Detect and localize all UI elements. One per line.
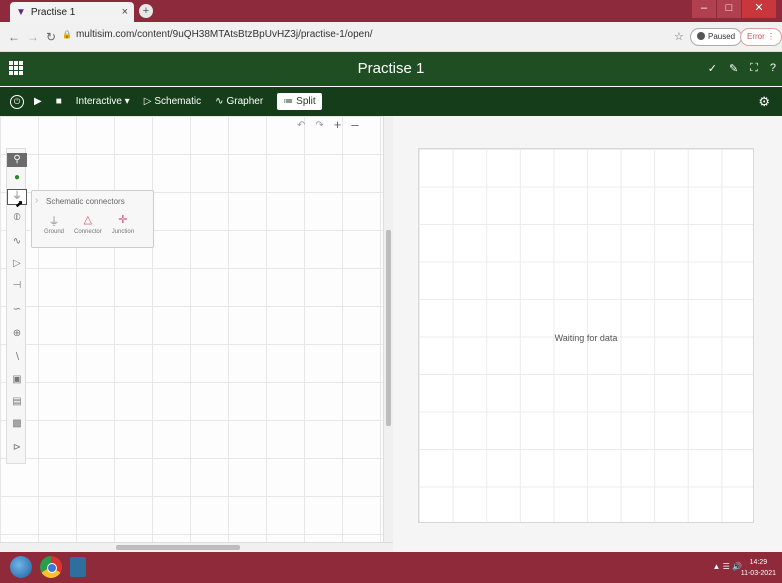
switch-icon[interactable]: ∖ <box>7 351 27 365</box>
schematic-horizontal-scrollbar[interactable] <box>0 542 393 552</box>
connectors-flyout: › Schematic connectors ⏚ Ground △ Connec… <box>31 190 154 248</box>
chevron-right-icon: › <box>35 195 39 206</box>
minimize-icon[interactable]: – <box>692 0 716 18</box>
mode-dropdown[interactable]: Interactive ▾ <box>76 96 130 107</box>
error-label: Error <box>747 32 765 41</box>
tab-split[interactable]: ≔ Split <box>277 93 322 110</box>
forward-icon[interactable]: → <box>27 30 39 44</box>
tab-close-icon[interactable]: × <box>122 6 128 18</box>
tab-schematic-label: Schematic <box>154 96 202 107</box>
logic-icon[interactable]: ▤ <box>7 395 27 409</box>
junction-item[interactable]: ✛ Junction <box>112 213 134 235</box>
junction-label: Junction <box>111 229 135 235</box>
bookmark-star-icon[interactable]: ☆ <box>674 30 684 43</box>
gate-icon[interactable]: ⊳ <box>7 441 27 455</box>
help-icon[interactable]: ? <box>770 62 776 75</box>
back-icon[interactable]: ← <box>8 30 20 44</box>
file-explorer-icon[interactable] <box>70 557 86 577</box>
start-button-icon[interactable] <box>10 556 32 578</box>
taskbar: ▲ ☰ 🔊 14:29 11-03-2021 <box>0 552 782 583</box>
undo-icon[interactable]: ↶ <box>297 120 305 131</box>
reload-icon[interactable]: ↻ <box>46 30 56 44</box>
share-icon[interactable]: ✓ <box>708 62 717 75</box>
new-tab-button[interactable]: + <box>139 4 153 18</box>
schematic-vertical-scrollbar[interactable] <box>383 116 393 542</box>
tab-grapher-label: Grapher <box>226 96 264 107</box>
zoom-in-icon[interactable]: + <box>334 118 342 131</box>
stop-icon[interactable]: ■ <box>56 96 62 107</box>
inductor-icon[interactable]: ∽ <box>7 303 27 317</box>
junction-icon: ✛ <box>118 214 128 226</box>
edit-icon[interactable]: ✎ <box>729 62 738 75</box>
redo-icon[interactable]: ↷ <box>315 120 323 131</box>
zoom-out-icon[interactable]: – <box>351 118 358 131</box>
close-window-icon[interactable]: ✕ <box>742 0 776 18</box>
tab-title: Practise 1 <box>30 6 76 18</box>
scrollbar-thumb[interactable] <box>116 545 240 550</box>
schematic-icon: ▷ <box>143 96 152 107</box>
fullscreen-icon[interactable]: ⛶ <box>750 62 758 75</box>
browser-tab[interactable]: ▼ Practise 1 × <box>10 2 134 22</box>
chrome-icon[interactable] <box>40 556 62 578</box>
component-palette: ⚲ ● ⏚ ⦶ ∿ ▷ ⊣ ∽ ⊕ ∖ ▣ ▤ ▩ ⊳ <box>6 148 27 464</box>
ground-item[interactable]: ⏚ Ground <box>44 213 64 235</box>
connector-label: Connector <box>74 229 102 235</box>
ic-icon[interactable]: ▣ <box>7 373 27 387</box>
ground-icon: ⏚ <box>48 216 60 228</box>
browser-tabstrip: ▼ Practise 1 × + – □ ✕ <box>0 0 782 22</box>
search-icon[interactable]: ⚲ <box>7 153 27 167</box>
split-icon: ≔ <box>283 96 294 107</box>
clock-date: 11-03-2021 <box>740 570 776 577</box>
multisim-favicon-icon: ▼ <box>16 6 26 18</box>
tab-schematic[interactable]: ▷ Schematic <box>144 96 201 107</box>
error-button[interactable]: Error ⋮ <box>740 28 782 46</box>
source-icon[interactable]: ● <box>7 171 27 185</box>
power-icon[interactable]: ⏻ <box>10 94 24 109</box>
profile-paused-button[interactable]: Paused <box>690 28 743 46</box>
resistor-icon[interactable]: ∿ <box>7 235 27 249</box>
address-bar: ← → ↻ 🔒 multisim.com/content/9uQH38MTAtsB… <box>0 22 782 52</box>
page-title: Practise 1 <box>357 60 425 77</box>
clock-time: 14:29 <box>749 559 768 566</box>
capacitor-icon[interactable]: ⊣ <box>7 279 27 293</box>
flyout-title: Schematic connectors <box>46 197 125 206</box>
window-controls: – □ ✕ <box>691 0 776 18</box>
diode-icon[interactable]: ▷ <box>7 257 27 271</box>
app-header: Practise 1 ✓ ✎ ⛶ ? <box>0 52 782 86</box>
tab-split-label: Split <box>296 96 316 107</box>
scrollbar-thumb[interactable] <box>386 230 391 426</box>
connector-icon: △ <box>83 214 93 226</box>
ground-label: Ground <box>44 229 65 235</box>
grapher-icon: ∿ <box>215 96 224 107</box>
relay-icon[interactable]: ▩ <box>7 417 27 431</box>
run-icon[interactable]: ▶ <box>34 96 42 107</box>
lock-icon: 🔒 <box>62 30 72 39</box>
tab-grapher[interactable]: ∿ Grapher <box>215 96 263 107</box>
main-toolbar: ⏻ ▶ ■ Interactive ▾ ▷ Schematic ∿ Graphe… <box>0 87 782 116</box>
transistor-icon[interactable]: ⊕ <box>7 327 27 341</box>
avatar <box>697 32 705 40</box>
meter-icon[interactable]: ⦶ <box>7 211 27 225</box>
canvas-controls: ↶ ↷ + – <box>297 118 359 131</box>
system-tray-icons[interactable]: ▲ ☰ 🔊 <box>713 562 743 571</box>
graph-status: Waiting for data <box>554 333 618 343</box>
taskbar-clock[interactable]: 14:29 11-03-2021 <box>741 557 776 579</box>
connector-item[interactable]: △ Connector <box>74 213 102 235</box>
grapher-pane: Waiting for data <box>393 116 782 552</box>
settings-gear-icon[interactable]: ⚙ <box>758 94 770 110</box>
profile-status: Paused <box>708 32 736 41</box>
schematic-canvas[interactable]: ↶ ↷ + – <box>0 116 383 542</box>
header-actions: ✓ ✎ ⛶ ? <box>708 62 776 75</box>
url-field[interactable]: 🔒 multisim.com/content/9uQH38MTAtsBtzBpUv… <box>62 29 373 40</box>
mouse-pointer-icon: ⬈ <box>15 199 24 210</box>
graph-area[interactable]: Waiting for data <box>418 148 754 523</box>
maximize-icon[interactable]: □ <box>717 0 741 18</box>
url-text: multisim.com/content/9uQH38MTAtsBtzBpUvH… <box>75 29 373 40</box>
